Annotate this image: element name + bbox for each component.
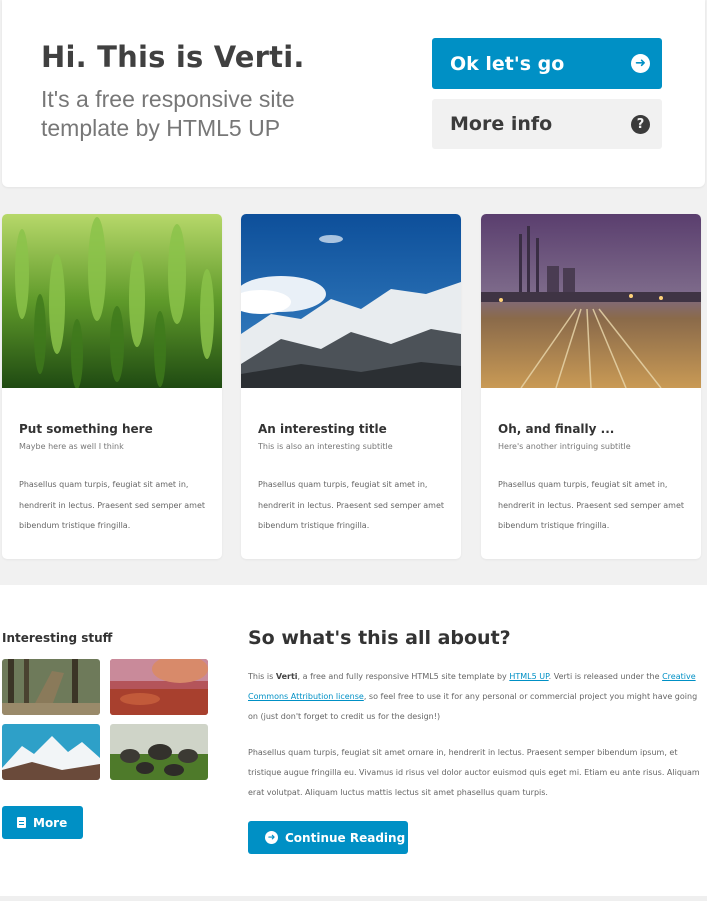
main-content: Interesting stuff More So what's this al… xyxy=(0,585,707,896)
feature-title: Oh, and finally ... xyxy=(498,422,615,436)
more-label: More xyxy=(33,815,68,830)
footer-divider xyxy=(0,896,707,901)
feature-subtitle: This is also an interesting subtitle xyxy=(258,442,393,451)
p1-text: . Verti is released under the xyxy=(548,672,663,681)
ok-lets-go-button[interactable]: Ok let's go ➜ xyxy=(432,38,662,89)
more-button[interactable]: More xyxy=(2,806,83,839)
feature-subtitle: Here's another intriguing subtitle xyxy=(498,442,631,451)
question-circle-icon: ? xyxy=(631,114,650,134)
feature-text: Phasellus quam turpis, feugiat sit amet … xyxy=(498,480,685,530)
feature-text: Phasellus quam turpis, feugiat sit amet … xyxy=(258,480,445,530)
html5up-link[interactable]: HTML5 UP xyxy=(509,672,548,681)
boulders-grass-thumbnail[interactable] xyxy=(110,724,208,780)
feature-title: An interesting title xyxy=(258,422,387,436)
sidebar-title: Interesting stuff xyxy=(2,631,113,645)
continue-reading-button[interactable]: ➜ Continue Reading xyxy=(248,821,408,854)
more-info-button[interactable]: More info ? xyxy=(432,99,662,149)
more-info-label: More info xyxy=(450,113,553,135)
arrow-circle-right-icon: ➜ xyxy=(631,54,650,73)
feature-card-1: Put something here Maybe here as well I … xyxy=(2,214,222,559)
snowy-mountains-image[interactable] xyxy=(241,214,461,388)
content-paragraph-1: This is Verti, a free and fully responsi… xyxy=(248,667,703,727)
mountain-peaks-thumbnail[interactable] xyxy=(2,724,100,780)
feature-card-3: Oh, and finally ... Here's another intri… xyxy=(481,214,701,559)
banner: Hi. This is Verti. It's a free responsiv… xyxy=(2,0,705,187)
feature-title: Put something here xyxy=(19,422,153,436)
continue-reading-label: Continue Reading xyxy=(285,830,406,845)
content-title: So what's this all about? xyxy=(248,627,511,649)
banner-title: Hi. This is Verti. xyxy=(41,40,305,74)
railway-city-image[interactable] xyxy=(481,214,701,388)
wheat-field-image[interactable] xyxy=(2,214,222,388)
content-paragraph-2: Phasellus quam turpis, feugiat sit amet … xyxy=(248,748,700,797)
banner-subtitle: It's a free responsive site template by … xyxy=(41,86,295,141)
autumn-leaves-thumbnail[interactable] xyxy=(110,659,208,715)
forest-ruins-thumbnail[interactable] xyxy=(2,659,100,715)
ok-lets-go-label: Ok let's go xyxy=(450,52,565,75)
arrow-circle-right-icon: ➜ xyxy=(265,831,278,844)
feature-text: Phasellus quam turpis, feugiat sit amet … xyxy=(19,480,206,530)
document-icon xyxy=(17,817,26,828)
feature-subtitle: Maybe here as well I think xyxy=(19,442,124,451)
p1-text: This is xyxy=(248,672,276,681)
p1-text: , a free and fully responsive HTML5 site… xyxy=(297,672,510,681)
brand-name: Verti xyxy=(275,672,298,681)
feature-card-2: An interesting title This is also an int… xyxy=(241,214,461,559)
